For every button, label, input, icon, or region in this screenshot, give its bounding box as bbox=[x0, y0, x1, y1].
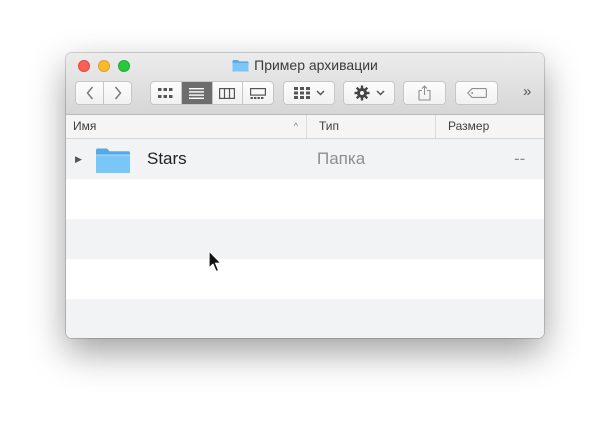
share-icon bbox=[418, 85, 431, 101]
file-list: ▶ Stars Папка -- bbox=[66, 139, 544, 338]
empty-row bbox=[66, 219, 544, 259]
disclosure-triangle-icon[interactable]: ▶ bbox=[75, 154, 82, 165]
tag-button[interactable] bbox=[455, 81, 498, 105]
arrange-grid-icon bbox=[293, 87, 310, 99]
chevron-down-icon bbox=[375, 90, 385, 96]
list-view-icon bbox=[189, 87, 205, 99]
file-name: Stars bbox=[147, 149, 187, 168]
share-button[interactable] bbox=[403, 81, 446, 105]
mouse-cursor-icon bbox=[208, 250, 222, 273]
view-mode-switcher bbox=[150, 81, 274, 105]
column-view-button[interactable] bbox=[211, 82, 243, 104]
column-name-label: Имя bbox=[73, 119, 97, 133]
arrange-button[interactable] bbox=[283, 81, 335, 105]
finder-window: Пример архивации » Имя ^ Тип Размер ▶ St… bbox=[66, 53, 544, 338]
column-header: Имя ^ Тип Размер bbox=[66, 115, 544, 139]
icon-view-button[interactable] bbox=[151, 82, 181, 104]
empty-row bbox=[66, 259, 544, 299]
navigation-buttons bbox=[75, 81, 132, 105]
action-button[interactable] bbox=[343, 81, 395, 105]
folder-icon bbox=[232, 59, 249, 71]
empty-row bbox=[66, 179, 544, 219]
folder-icon bbox=[96, 148, 130, 173]
back-button[interactable] bbox=[76, 82, 103, 104]
column-type-header[interactable]: Тип bbox=[306, 115, 435, 138]
title-bar[interactable]: Пример архивации » bbox=[66, 53, 544, 115]
column-view-icon bbox=[219, 87, 236, 99]
tag-icon bbox=[466, 88, 487, 98]
gallery-view-icon bbox=[250, 87, 267, 99]
column-size-header[interactable]: Размер bbox=[435, 115, 544, 138]
column-type-label: Тип bbox=[319, 119, 340, 133]
sort-ascending-icon: ^ bbox=[293, 121, 298, 131]
list-view-button[interactable] bbox=[180, 82, 212, 104]
chevron-down-icon bbox=[315, 90, 325, 96]
icon-view-icon bbox=[158, 87, 173, 98]
chevron-left-icon bbox=[86, 86, 93, 100]
empty-row bbox=[66, 299, 544, 338]
column-name-header[interactable]: Имя ^ bbox=[66, 115, 306, 138]
gear-icon bbox=[354, 85, 369, 101]
gallery-view-button[interactable] bbox=[242, 82, 273, 104]
toolbar-overflow-button[interactable]: » bbox=[523, 83, 531, 100]
chevron-right-icon bbox=[114, 86, 121, 100]
file-size: -- bbox=[514, 149, 526, 168]
window-title: Пример архивации bbox=[66, 57, 544, 73]
file-row-stars[interactable]: ▶ Stars Папка -- bbox=[66, 139, 544, 179]
window-title-text: Пример архивации bbox=[254, 57, 378, 73]
file-kind: Папка bbox=[317, 149, 366, 168]
forward-button[interactable] bbox=[103, 82, 131, 104]
column-size-label: Размер bbox=[448, 119, 490, 133]
